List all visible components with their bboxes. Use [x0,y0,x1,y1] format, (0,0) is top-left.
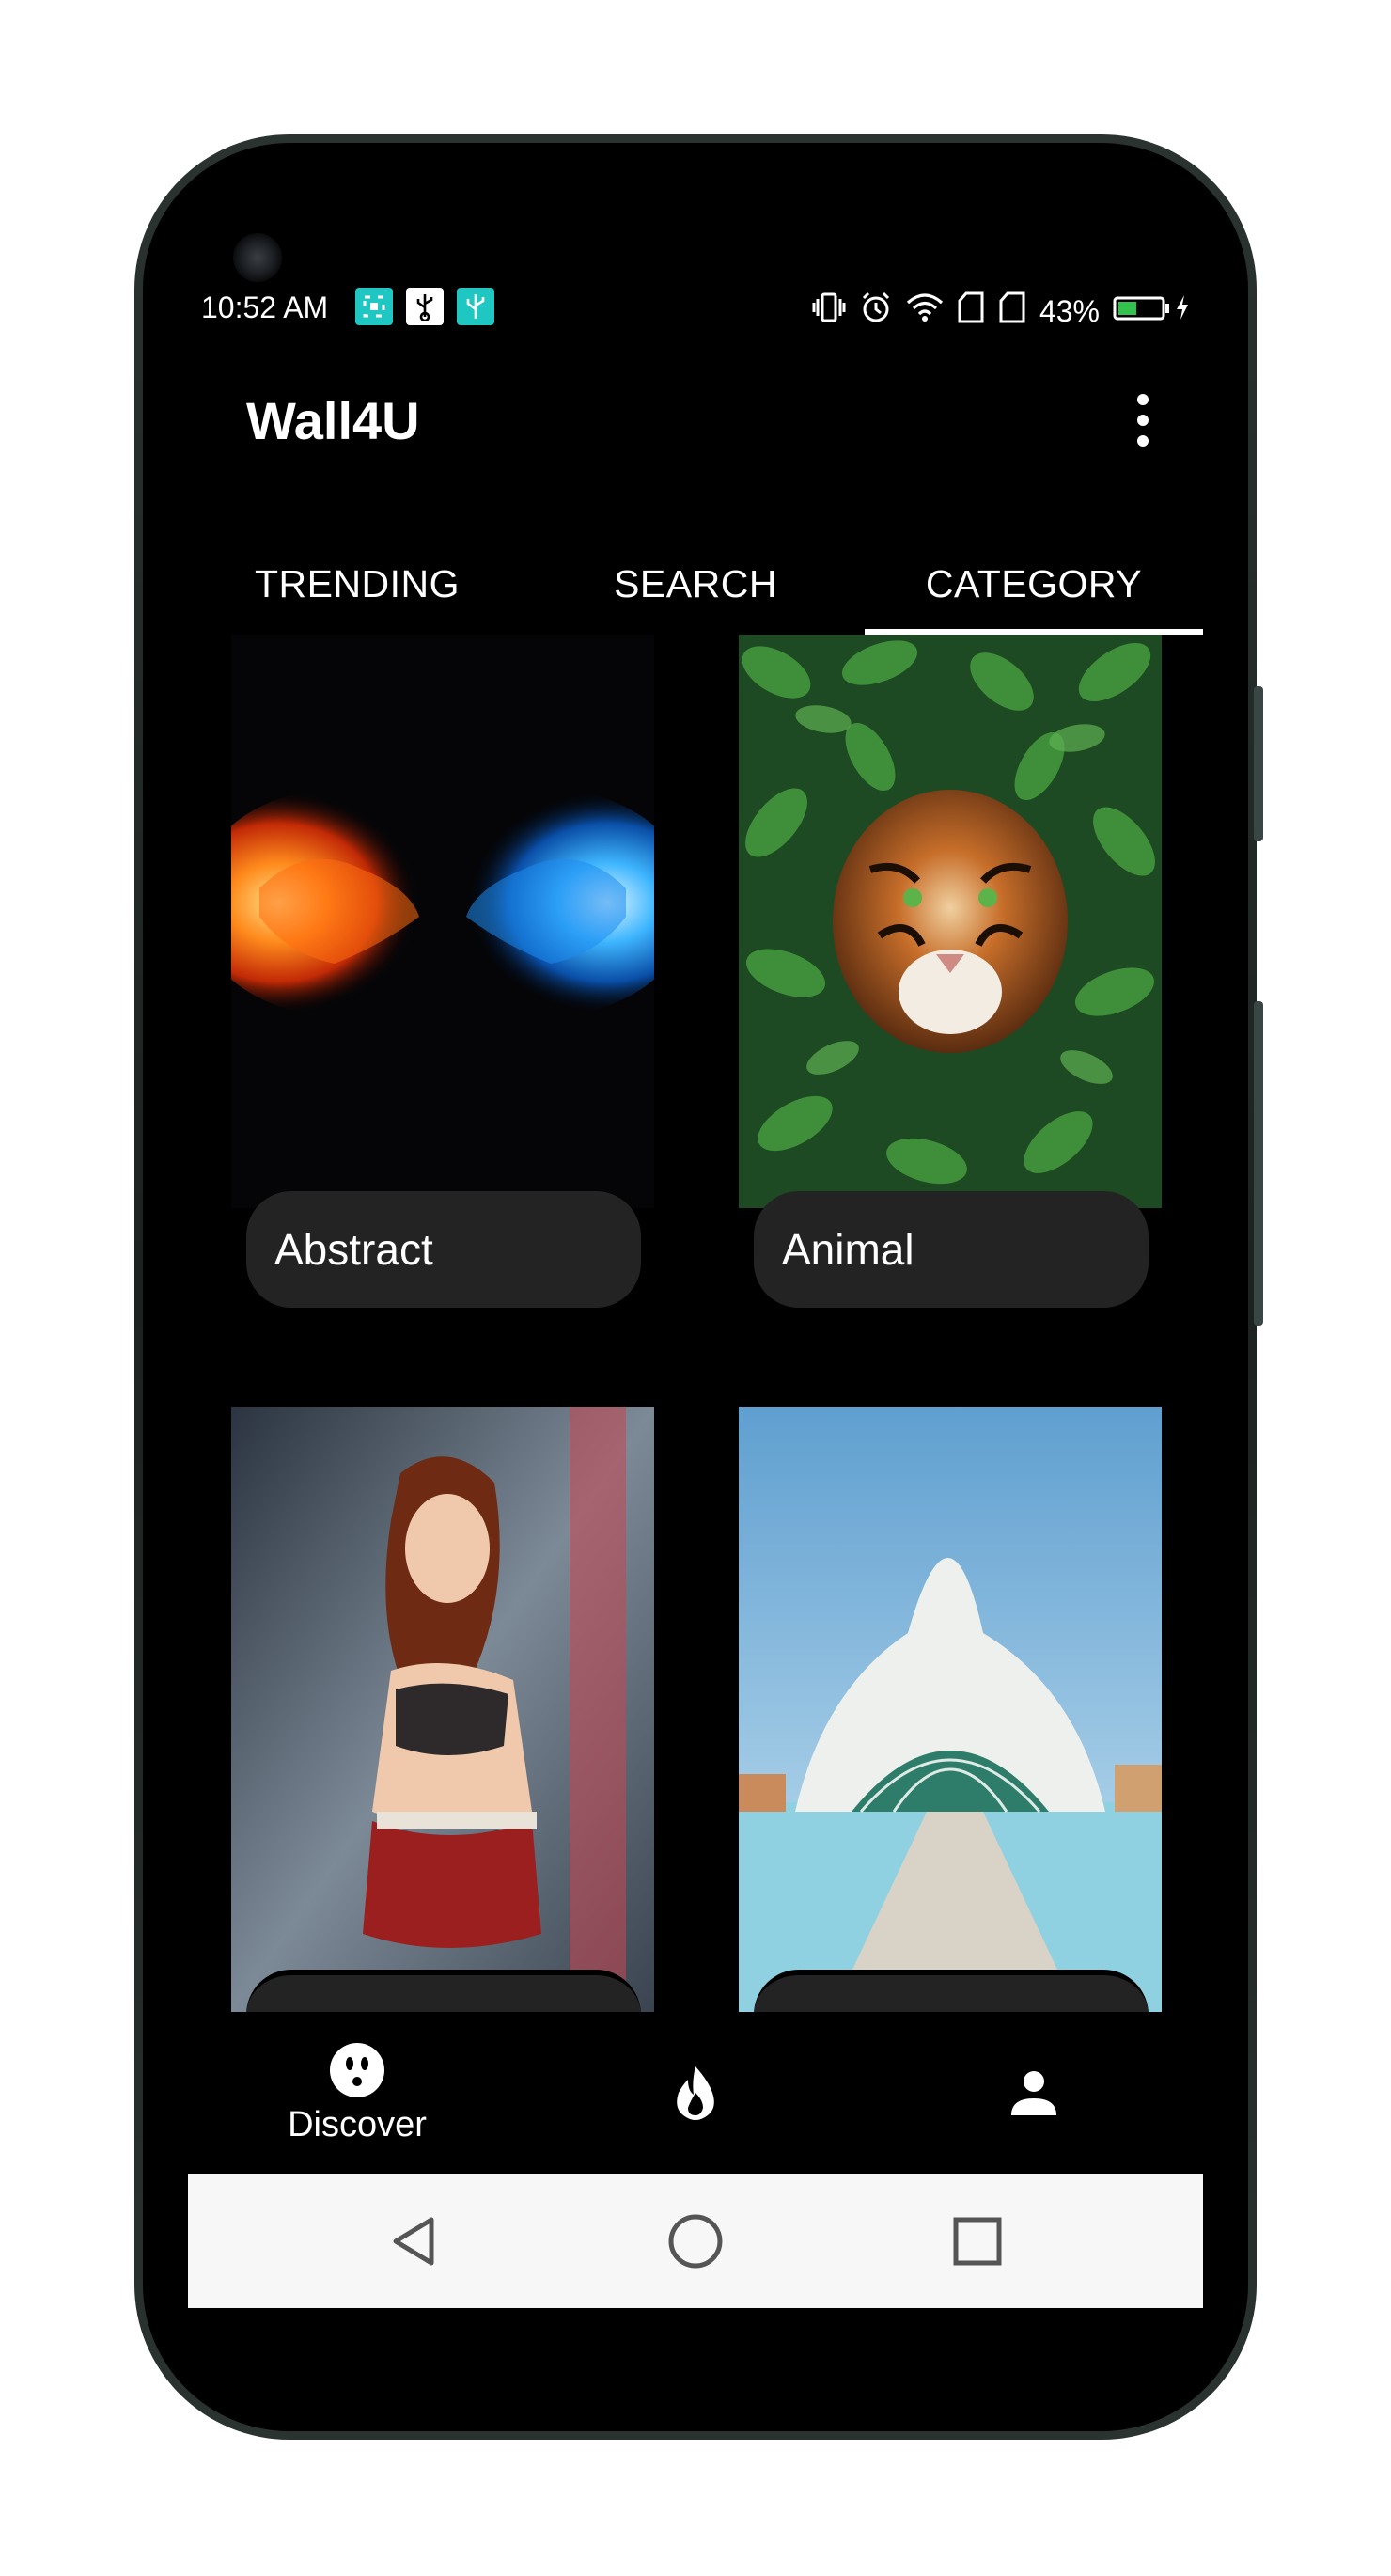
power-button [1254,1001,1263,1326]
nav-hot[interactable] [611,2012,780,2174]
battery-percent: 43% [1039,293,1100,328]
sim2-icon [998,291,1026,331]
system-nav-bar [188,2174,1203,2308]
animal-image [739,635,1162,1208]
category-label-animal: Animal [754,1191,1149,1308]
category-card-animal[interactable]: Animal [739,635,1162,1332]
tab-category[interactable]: CATEGORY [865,533,1203,635]
category-label-3 [246,1970,641,2012]
screen: 10:52 AM 43% Wall4U TRENDING SEARCH CATE… [188,185,1203,2308]
wifi-icon [906,292,944,330]
architecture-image [739,1407,1162,2012]
vibrate-icon [812,291,846,331]
bottom-nav: Discover [188,2012,1203,2174]
anime-girl-image [231,1407,654,2012]
sim1-icon [957,291,985,331]
usb-icon [406,288,444,325]
tab-bar: TRENDING SEARCH CATEGORY [188,533,1203,635]
volume-button [1254,686,1263,841]
back-icon [393,2217,434,2265]
nav-discover[interactable]: Discover [273,2012,442,2174]
app-title: Wall4U [246,391,420,450]
home-button[interactable] [620,2174,771,2308]
person-icon [1011,2071,1056,2115]
category-card-4[interactable] [739,1407,1162,2012]
status-bar: 10:52 AM 43% [188,185,1203,328]
home-icon [668,2214,723,2268]
alarm-icon [859,291,893,332]
category-label-4 [754,1970,1149,2012]
back-button[interactable] [338,2174,489,2308]
category-card-abstract[interactable]: Abstract [231,635,654,1332]
battery-icon [1113,294,1171,329]
nav-profile[interactable] [949,2012,1118,2174]
screenshot-icon [355,288,393,325]
front-camera [233,233,282,282]
discover-icon [330,2042,384,2097]
recents-button[interactable] [902,2174,1053,2308]
status-time: 10:52 AM [201,291,329,324]
category-label-abstract: Abstract [246,1191,641,1308]
more-vert-icon[interactable] [1132,394,1154,447]
usb-debug-icon [457,288,494,325]
abstract-image [231,635,654,1208]
nav-discover-label: Discover [288,2104,427,2144]
recents-icon [953,2217,1002,2265]
tab-trending[interactable]: TRENDING [188,533,526,635]
category-card-3[interactable] [231,1407,654,2012]
fire-icon [677,2066,714,2120]
tab-search[interactable]: SEARCH [526,533,865,635]
status-right: 43% [812,291,1190,332]
charging-icon [1175,293,1190,329]
